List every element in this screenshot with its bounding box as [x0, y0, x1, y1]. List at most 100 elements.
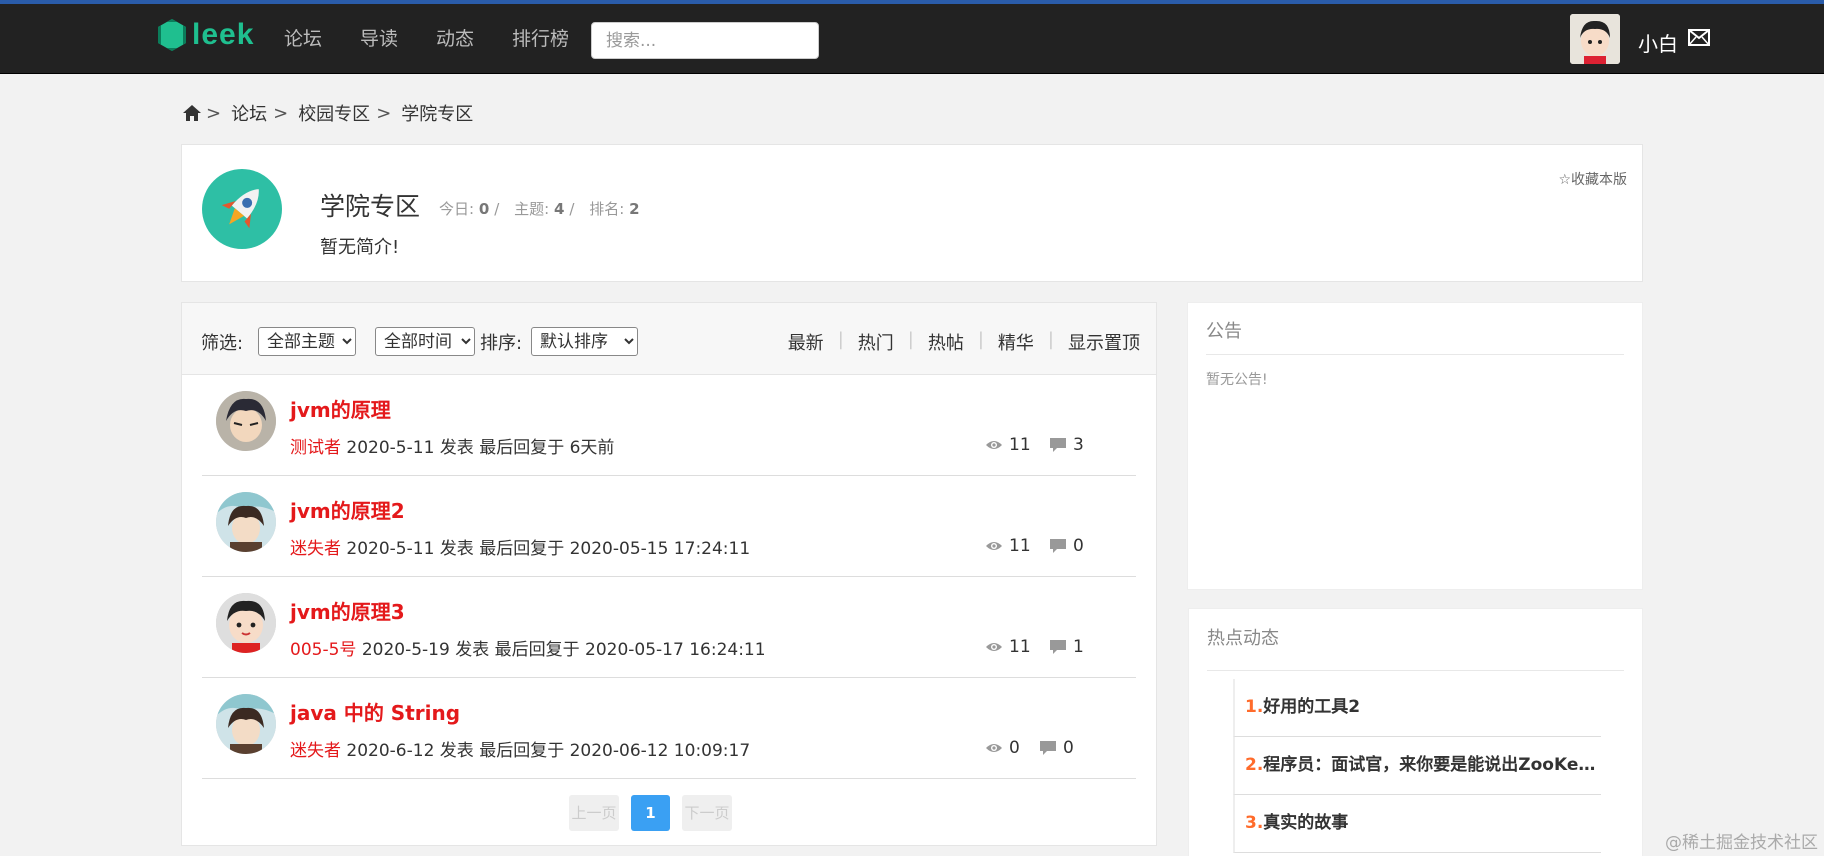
thread-last-reply: 最后回复于 6天前: [479, 438, 615, 458]
thread-meta: 迷失者 2020-5-11 发表 最后回复于 2020-05-15 17:24:…: [290, 534, 750, 559]
sort-label: 排序:: [480, 333, 523, 354]
breadcrumb-separator: >: [273, 102, 289, 124]
thread-author[interactable]: 迷失者: [290, 741, 341, 761]
search-input[interactable]: [591, 22, 819, 59]
thread-author[interactable]: 测试者: [290, 438, 341, 458]
thread-last-reply: 最后回复于 2020-06-12 10:09:17: [479, 741, 751, 761]
forum-description: 暂无简介!: [320, 237, 400, 258]
forum-rocket-icon: [202, 169, 282, 249]
user-avatar[interactable]: [1570, 14, 1620, 64]
comment-icon: [1040, 741, 1056, 755]
thread-row: java 中的 String 迷失者 2020-6-12 发表 最后回复于 20…: [202, 678, 1136, 779]
thread-title[interactable]: java 中的 String: [290, 697, 460, 726]
thread-author[interactable]: 迷失者: [290, 539, 341, 559]
thread-replies: 3: [1049, 435, 1084, 455]
forum-header-card: 学院专区 今日: 0/ 主题: 4/ 排名: 2 暂无简介! ☆收藏本版: [181, 144, 1643, 282]
hot-topic-item[interactable]: 1.好用的工具2: [1233, 679, 1601, 737]
eye-icon: [986, 744, 1002, 752]
thread-title[interactable]: jvm的原理2: [290, 495, 405, 524]
filter-bar: 筛选: 全部主题 全部时间 排序: 默认排序 最新 | 热门 | 热帖 | 精华 | 显…: [182, 303, 1156, 375]
sort-link-hot[interactable]: 热门: [858, 329, 894, 355]
hot-topic-rank: 2.: [1245, 755, 1264, 775]
stat-divider: /: [569, 200, 575, 218]
thread-replies: 0: [1049, 536, 1084, 556]
nav-item-forum[interactable]: 论坛: [284, 24, 322, 54]
thread-views-count: 0: [1009, 738, 1020, 758]
logo[interactable]: leek: [158, 14, 254, 56]
thread-meta: 005-5号 2020-5-19 发表 最后回复于 2020-05-17 16:…: [290, 635, 766, 660]
topic-filter-select[interactable]: 全部主题: [258, 327, 356, 356]
eye-icon: [986, 643, 1002, 651]
thread-replies: 0: [1039, 738, 1074, 758]
comment-icon: [1050, 539, 1066, 553]
breadcrumb-college[interactable]: 学院专区: [401, 100, 473, 126]
filter-label: 筛选:: [201, 333, 244, 354]
comment-icon: [1050, 640, 1066, 654]
thread-title[interactable]: jvm的原理: [290, 394, 391, 423]
sort-select[interactable]: 默认排序: [531, 327, 638, 356]
logo-hex-icon: [158, 19, 186, 51]
thread-replies: 1: [1049, 637, 1084, 657]
stat-topics-value: 4: [553, 200, 565, 218]
favorite-forum-button[interactable]: ☆收藏本版: [1558, 169, 1627, 189]
thread-replies-count: 0: [1063, 738, 1074, 758]
top-navbar: leek 论坛 导读 动态 排行榜 小白: [0, 0, 1824, 74]
thread-posted: 2020-5-11 发表: [346, 438, 474, 458]
sort-link-show-pinned[interactable]: 显示置顶: [1068, 329, 1140, 355]
thread-posted: 2020-6-12 发表: [346, 741, 474, 761]
prev-page-button[interactable]: 上一页: [569, 795, 619, 831]
divider: [1207, 670, 1624, 671]
mail-icon[interactable]: [1688, 29, 1710, 46]
hot-topic-item[interactable]: 2.程序员：面试官，来你要是能说出ZooKeeper原理: [1233, 737, 1601, 795]
thread-author-avatar[interactable]: [216, 492, 276, 552]
user-name[interactable]: 小白: [1638, 28, 1678, 57]
breadcrumb-forum[interactable]: 论坛: [231, 100, 267, 126]
thread-replies-count: 0: [1073, 536, 1084, 556]
thread-author[interactable]: 005-5号: [290, 640, 356, 660]
logo-text: leek: [192, 18, 255, 51]
breadcrumb-separator: >: [206, 102, 222, 124]
thread-views: 11: [985, 637, 1031, 657]
comment-icon: [1050, 438, 1066, 452]
thread-author-avatar[interactable]: [216, 391, 276, 451]
thread-row: jvm的原理3 005-5号 2020-5-19 发表 最后回复于 2020-0…: [202, 577, 1136, 678]
divider: [1206, 354, 1624, 355]
notice-title: 公告: [1206, 321, 1242, 342]
home-icon[interactable]: [182, 104, 202, 122]
stat-rank-value: 2: [629, 200, 640, 218]
time-filter-select[interactable]: 全部时间: [375, 327, 475, 356]
thread-row: jvm的原理2 迷失者 2020-5-11 发表 最后回复于 2020-05-1…: [202, 476, 1136, 577]
thread-last-reply: 最后回复于 2020-05-15 17:24:11: [479, 539, 751, 559]
watermark: @稀土掘金技术社区: [1665, 833, 1818, 853]
nav-item-ranking[interactable]: 排行榜: [512, 24, 569, 54]
hot-topic-rank: 1.: [1245, 697, 1264, 717]
stat-today-label: 今日:: [439, 200, 475, 218]
nav-item-guide[interactable]: 导读: [360, 24, 398, 54]
thread-meta: 迷失者 2020-6-12 发表 最后回复于 2020-06-12 10:09:…: [290, 736, 750, 761]
next-page-button[interactable]: 下一页: [682, 795, 732, 831]
thread-meta: 测试者 2020-5-11 发表 最后回复于 6天前: [290, 433, 614, 458]
forum-title: 学院专区: [320, 192, 421, 221]
thread-views: 0: [985, 738, 1020, 758]
thread-author-avatar[interactable]: [216, 593, 276, 653]
breadcrumb-campus[interactable]: 校园专区: [298, 100, 370, 126]
hot-topics-title: 热点动态: [1207, 628, 1279, 649]
thread-author-avatar[interactable]: [216, 694, 276, 754]
hot-topic-text: 好用的工具2: [1263, 697, 1361, 717]
thread-title[interactable]: jvm的原理3: [290, 596, 405, 625]
hot-topic-text: 真实的故事: [1263, 813, 1349, 833]
hot-topic-item[interactable]: 3.真实的故事: [1233, 795, 1601, 853]
sort-links: 最新 | 热门 | 热帖 | 精华 | 显示置顶: [787, 329, 1140, 355]
thread-row: jvm的原理 测试者 2020-5-11 发表 最后回复于 6天前 11 3: [202, 375, 1136, 476]
stat-rank-label: 排名:: [589, 200, 625, 218]
page-1-button[interactable]: 1: [631, 795, 670, 831]
notice-body: 暂无公告!: [1206, 372, 1268, 388]
breadcrumb-separator: >: [376, 102, 392, 124]
thread-posted: 2020-5-11 发表: [346, 539, 474, 559]
nav-item-activity[interactable]: 动态: [436, 24, 474, 54]
sort-link-hot-posts[interactable]: 热帖: [928, 329, 964, 355]
notice-panel: 公告 暂无公告!: [1187, 302, 1643, 590]
eye-icon: [986, 441, 1002, 449]
sort-link-featured[interactable]: 精华: [998, 329, 1034, 355]
sort-link-latest[interactable]: 最新: [788, 329, 824, 355]
